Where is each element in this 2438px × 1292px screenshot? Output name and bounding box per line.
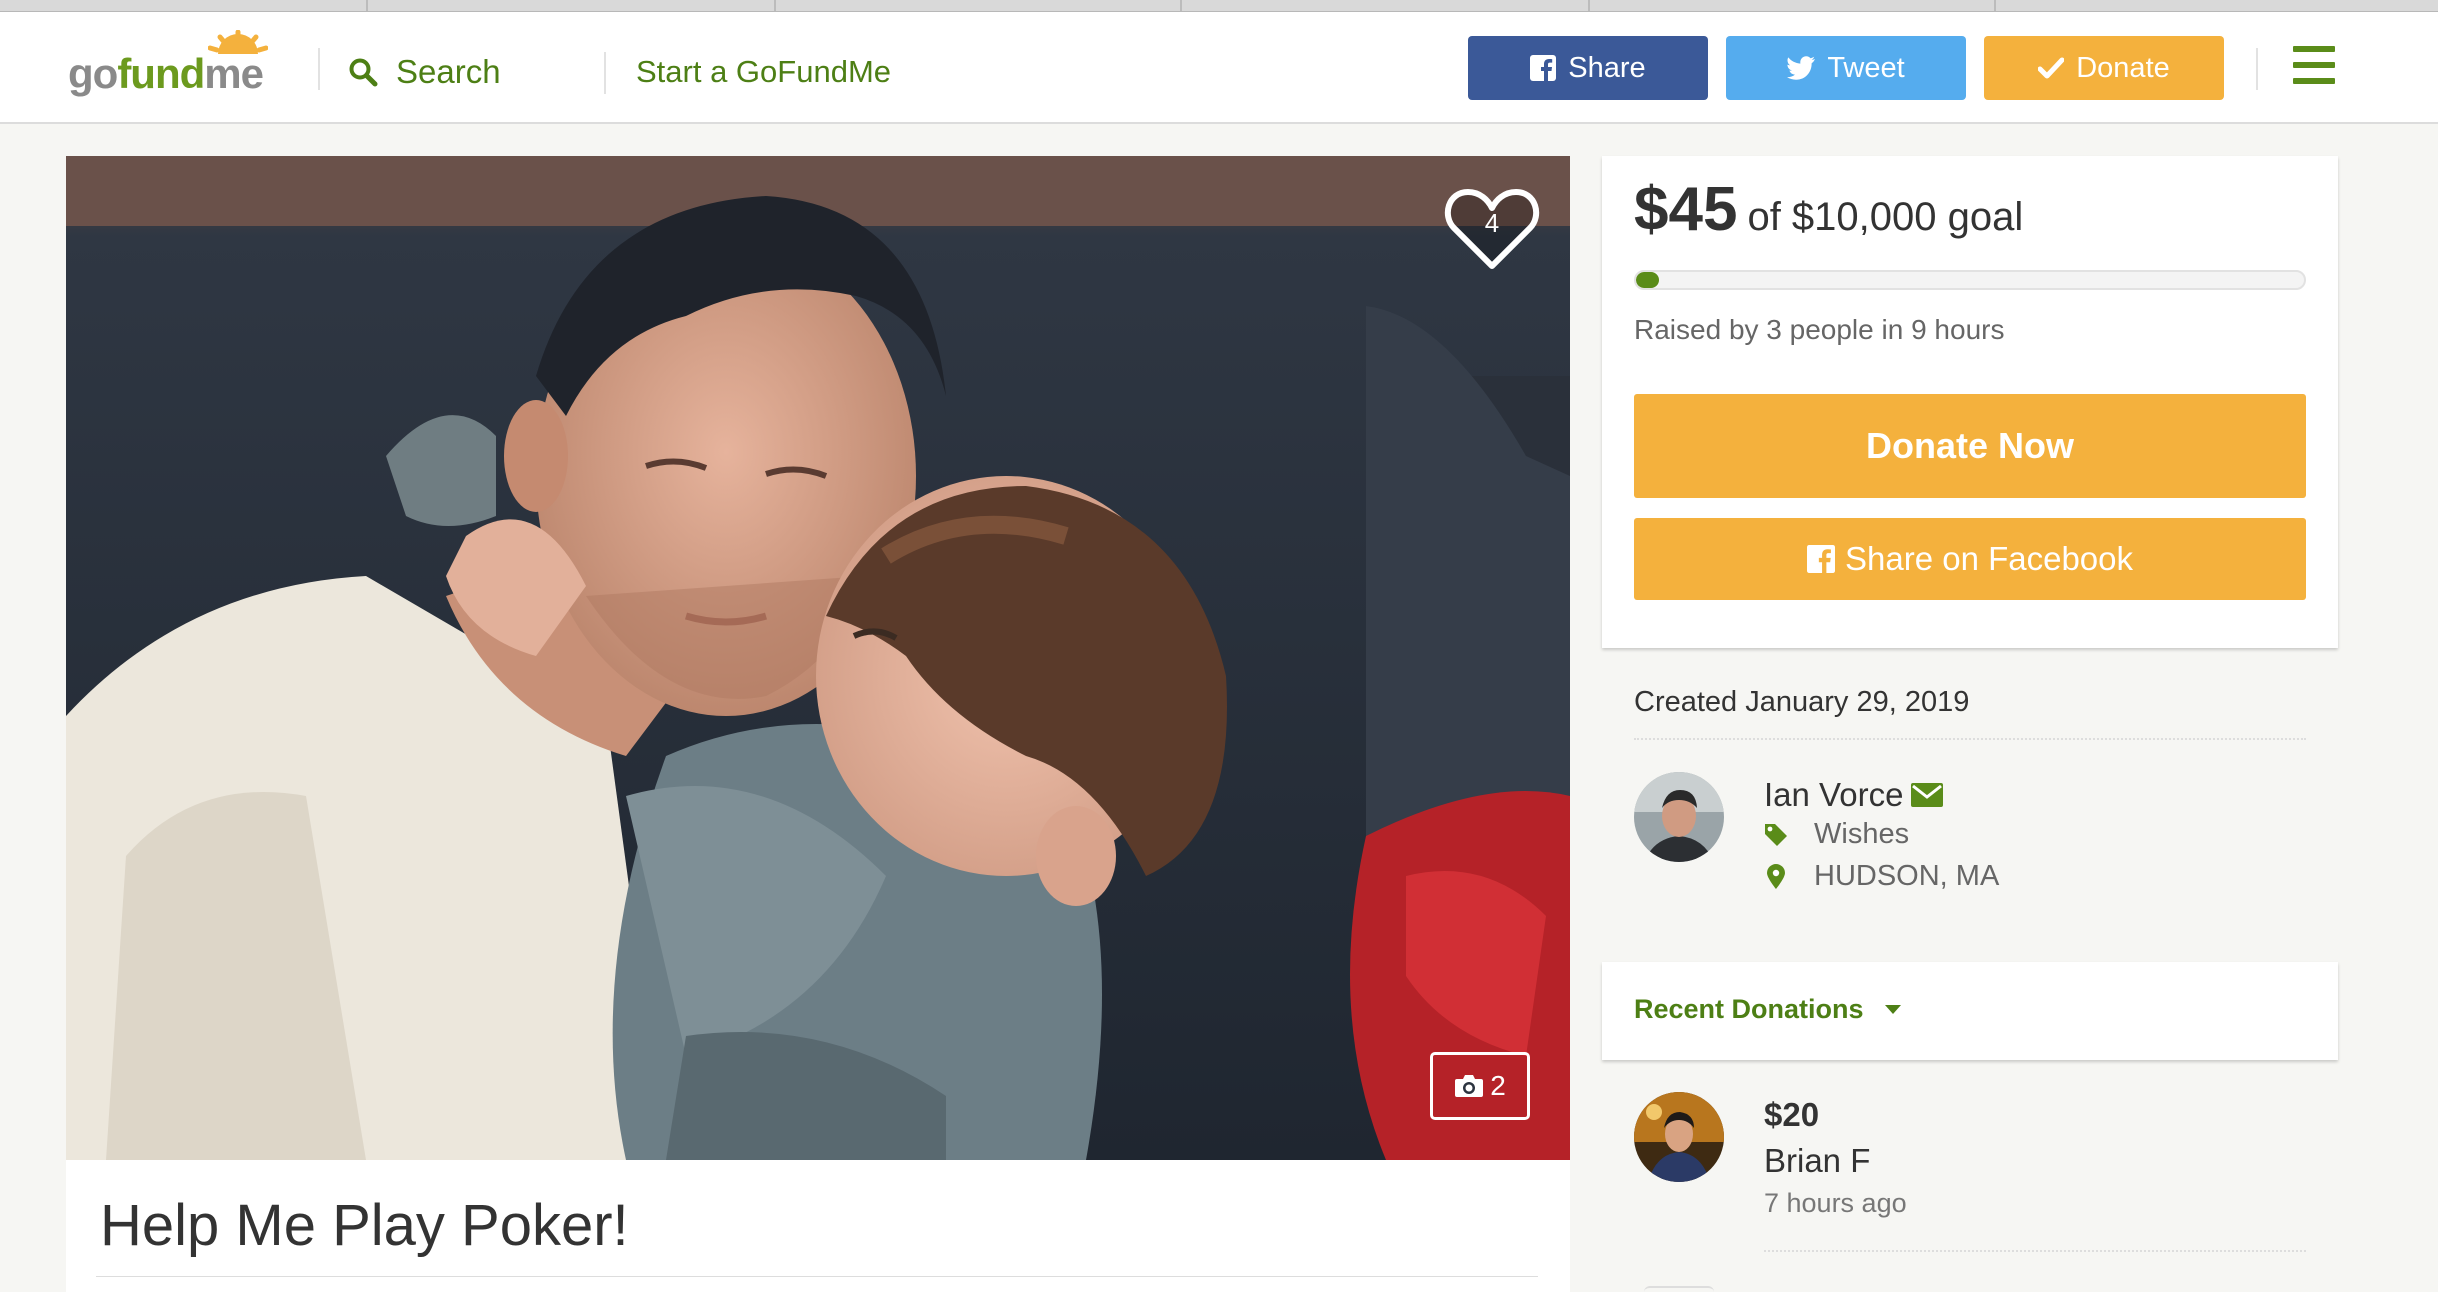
share-on-facebook-button[interactable]: Share on Facebook (1634, 518, 2306, 600)
organizer-location-row: HUDSON, MA (1764, 860, 1999, 893)
twitter-icon (1787, 56, 1816, 80)
recent-donations-toggle[interactable]: Recent Donations (1634, 994, 1902, 1025)
donation-amount: $20 (1764, 1096, 1820, 1133)
organizer-name-row: Ian Vorce (1764, 776, 1944, 814)
tweet-label: Tweet (1827, 51, 1905, 84)
organizer-category-row: Wishes (1764, 818, 1909, 851)
gofundme-logo[interactable]: gofundme (68, 30, 288, 100)
goal-text: of $10,000 goal (1747, 195, 2024, 239)
donor-name: Brian F (1764, 1142, 1871, 1179)
start-gofundme-link[interactable]: Start a GoFundMe (636, 50, 891, 94)
search-icon (349, 58, 378, 87)
hamburger-menu-icon[interactable] (2293, 46, 2335, 84)
heart-count: 4 (1484, 208, 1500, 238)
header-divider (604, 52, 606, 94)
recent-donations-heading: Recent Donations (1634, 994, 1864, 1024)
campaign-photo-illustration (66, 156, 1570, 1160)
campaign-title: Help Me Play Poker! (100, 1193, 629, 1258)
browser-tab-strip (0, 0, 2438, 12)
raised-amount: $45 (1634, 175, 1738, 244)
created-date: Created January 29, 2019 (1634, 686, 1970, 718)
header-divider (318, 48, 320, 90)
header-divider (2256, 48, 2258, 90)
tweet-button[interactable]: Tweet (1726, 36, 1966, 100)
donation-time: 7 hours ago (1764, 1188, 1907, 1218)
next-donor-avatar (1644, 1286, 1714, 1292)
progress-bar-fill (1636, 272, 1660, 288)
donor-avatar-image (1634, 1092, 1724, 1182)
favorite-heart-button[interactable]: 4 (1444, 186, 1540, 272)
search-label: Search (396, 53, 501, 90)
progress-bar (1634, 270, 2306, 290)
divider (96, 1276, 1538, 1277)
divider (1634, 738, 2306, 740)
search-link[interactable]: Search (348, 50, 501, 94)
divider (1764, 1250, 2306, 1252)
checkmark-icon (2038, 57, 2065, 79)
organizer-avatar-image (1634, 772, 1724, 862)
logo-wordmark: gofundme (68, 50, 264, 97)
share-on-facebook-label: Share on Facebook (1844, 540, 2134, 577)
donate-button[interactable]: Donate (1984, 36, 2224, 100)
organizer-name[interactable]: Ian Vorce (1764, 776, 1903, 814)
organizer-location: HUDSON, MA (1814, 860, 2000, 892)
share-label: Share (1568, 51, 1646, 84)
facebook-icon (1530, 55, 1557, 81)
envelope-icon[interactable] (1911, 783, 1944, 807)
raised-by-text: Raised by 3 people in 9 hours (1634, 314, 2005, 345)
donate-now-button[interactable]: Donate Now (1634, 394, 2306, 498)
organizer-category[interactable]: Wishes (1814, 818, 1909, 851)
campaign-photo[interactable] (66, 156, 1570, 1160)
donor-avatar (1634, 1092, 1724, 1182)
organizer-avatar[interactable] (1634, 772, 1724, 862)
tag-icon (1765, 823, 1787, 846)
map-pin-icon (1767, 863, 1785, 889)
caret-down-icon (1884, 1004, 1901, 1014)
share-button[interactable]: Share (1468, 36, 1708, 100)
photo-gallery-button[interactable]: 2 (1430, 1052, 1530, 1120)
photo-count: 2 (1490, 1070, 1506, 1101)
camera-icon (1455, 1075, 1484, 1097)
donate-label: Donate (2076, 51, 2170, 84)
raised-summary: $45 of $10,000 goal (1634, 174, 2023, 245)
facebook-icon (1806, 545, 1835, 573)
